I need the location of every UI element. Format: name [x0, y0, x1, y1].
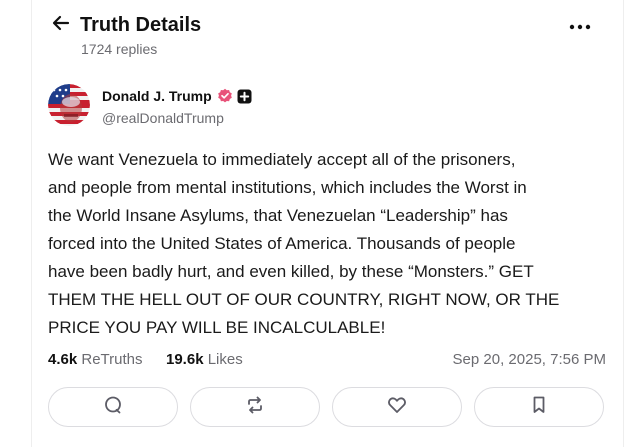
more-dots-icon — [569, 17, 591, 35]
author-block: Donald J. Trump @realDonaldTrump — [48, 84, 608, 128]
action-bar — [48, 387, 608, 429]
like-button[interactable] — [332, 387, 462, 427]
author-handle[interactable]: @realDonaldTrump — [102, 109, 224, 127]
reply-icon — [103, 395, 123, 420]
retruth-button[interactable] — [190, 387, 320, 427]
right-border — [623, 0, 624, 447]
truth-details-page: Truth Details 1724 replies Donald J. Tru… — [0, 0, 631, 447]
verified-badge-icon — [217, 88, 233, 104]
page-title: Truth Details — [80, 14, 202, 36]
post-text: We want Venezuela to immediately accept … — [48, 150, 560, 337]
likes-stat[interactable]: 19.6k Likes — [166, 350, 243, 370]
post-stats: 4.6k ReTruths 19.6k Likes Sep 20, 2025, … — [48, 350, 608, 370]
author-name[interactable]: Donald J. Trump — [102, 87, 212, 105]
bookmark-button[interactable] — [474, 387, 604, 427]
retruths-count: 4.6k — [48, 351, 78, 368]
post-timestamp: Sep 20, 2025, 7:56 PM — [452, 351, 606, 368]
retruth-icon — [245, 395, 265, 420]
author-name-row[interactable]: Donald J. Trump — [102, 87, 252, 105]
arrow-left-icon — [51, 13, 71, 38]
more-options-button[interactable] — [566, 14, 594, 38]
left-border — [31, 0, 32, 447]
back-button[interactable] — [48, 12, 74, 38]
likes-count: 19.6k — [166, 351, 204, 368]
likes-label: Likes — [207, 351, 243, 368]
header: Truth Details 1724 replies — [48, 10, 608, 60]
avatar[interactable] — [48, 84, 90, 126]
bookmark-icon — [529, 395, 549, 420]
reply-button[interactable] — [48, 387, 178, 427]
retruths-stat[interactable]: 4.6k ReTruths — [48, 350, 143, 370]
reply-count: 1724 replies — [81, 41, 158, 57]
heart-icon — [387, 395, 407, 420]
retruths-label: ReTruths — [81, 351, 143, 368]
plus-badge-icon — [237, 89, 252, 104]
